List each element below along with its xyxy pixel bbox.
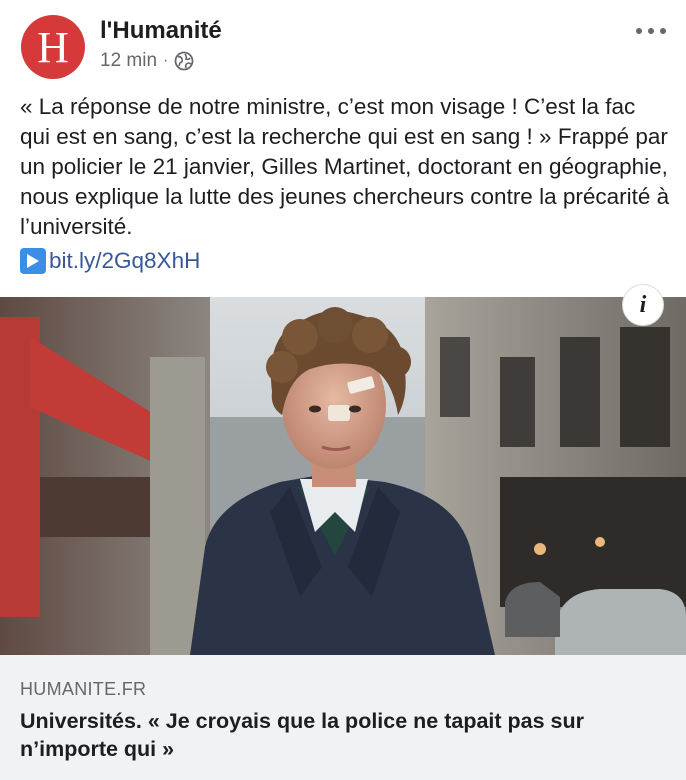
more-options-icon[interactable] xyxy=(636,24,666,38)
article-photo[interactable] xyxy=(0,297,686,655)
link-preview-card[interactable]: HUMANITE.FR Universités. « Je croyais qu… xyxy=(0,655,686,780)
info-button[interactable]: i xyxy=(622,284,664,326)
post-header: H l'Humanité 12 min · xyxy=(0,0,686,88)
post-body: « La réponse de notre ministre, c’est mo… xyxy=(20,92,670,276)
link-headline[interactable]: Universités. « Je croyais que la police … xyxy=(20,707,660,763)
post-link-line: bit.ly/2Gq8XhH xyxy=(20,246,670,276)
page-avatar[interactable]: H xyxy=(21,15,85,79)
post-meta: 12 min · xyxy=(100,50,194,72)
page-name-link[interactable]: l'Humanité xyxy=(100,17,222,45)
play-button-icon xyxy=(20,248,46,274)
meta-separator: · xyxy=(163,52,169,69)
globe-icon xyxy=(174,51,194,71)
post-message: « La réponse de notre ministre, c’est mo… xyxy=(20,94,670,239)
post-time[interactable]: 12 min xyxy=(100,50,157,72)
short-link[interactable]: bit.ly/2Gq8XhH xyxy=(49,246,200,276)
link-domain: HUMANITE.FR xyxy=(20,679,147,699)
avatar-letter: H xyxy=(37,22,69,72)
